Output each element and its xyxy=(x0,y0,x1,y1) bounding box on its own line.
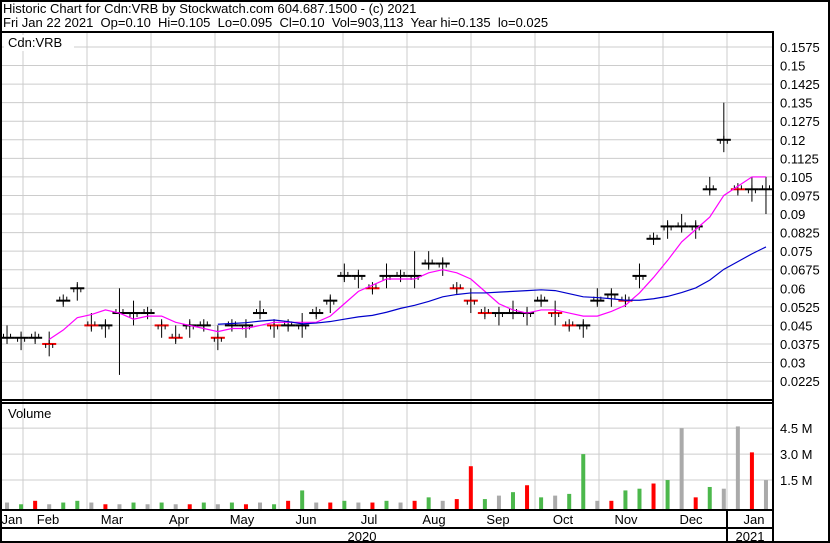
volume-bar xyxy=(707,486,712,509)
volume-bar xyxy=(567,493,572,509)
x-tick-label: Dec xyxy=(679,512,703,527)
volume-bar xyxy=(131,502,136,509)
y-tick-label: 0.0225 xyxy=(780,374,820,389)
x-tick-label: Nov xyxy=(614,512,638,527)
volume-bar xyxy=(763,480,768,509)
volume-bar xyxy=(145,504,150,509)
moving-average-short xyxy=(48,176,766,340)
volume-bar xyxy=(300,490,305,509)
x-tick-label: Jun xyxy=(296,512,317,527)
volume-bar xyxy=(243,504,248,509)
volume-bar xyxy=(749,452,754,509)
volume-bar xyxy=(468,466,473,509)
x-tick-label: Feb xyxy=(37,512,59,527)
volume-bar xyxy=(328,502,333,509)
volume-bar xyxy=(75,500,80,509)
volume-bar xyxy=(595,500,600,509)
y-tick-label: 0.0525 xyxy=(780,300,820,315)
volume-bar xyxy=(454,499,459,509)
y-tick-label: 0.1125 xyxy=(780,151,819,166)
volume-bar xyxy=(496,495,501,509)
volume-bar xyxy=(103,504,108,509)
year-label: 2021 xyxy=(736,529,765,543)
volume-bar xyxy=(539,497,544,509)
volume-panel-frame xyxy=(0,402,774,511)
x-tick-label: Mar xyxy=(101,512,124,527)
y-tick-label: 0.1425 xyxy=(780,77,820,92)
y-tick-label: 0.105 xyxy=(780,170,813,185)
y-tick-label: 0.03 xyxy=(780,356,805,371)
price-panel-frame xyxy=(0,31,774,401)
y-tick-label: 0.0675 xyxy=(780,263,820,278)
volume-bar xyxy=(482,499,487,509)
volume-bar xyxy=(581,454,586,509)
volume-bar xyxy=(525,485,530,509)
volume-bar xyxy=(679,428,684,509)
volume-bar xyxy=(286,500,291,509)
volume-bar xyxy=(314,502,319,509)
volume-bar xyxy=(440,500,445,509)
x-tick-label: Oct xyxy=(553,512,574,527)
y-tick-label: 0.12 xyxy=(780,133,805,148)
volume-bar xyxy=(201,502,206,509)
x-tick-label: Jan xyxy=(744,512,765,527)
x-tick-label: Sep xyxy=(486,512,509,527)
volume-bar xyxy=(651,483,656,509)
x-tick-label: May xyxy=(230,512,255,527)
x-tick-label: Apr xyxy=(169,512,190,527)
volume-bar xyxy=(370,502,375,509)
y-tick-label: 0.045 xyxy=(780,318,813,333)
volume-bar xyxy=(721,488,726,509)
volume-bar xyxy=(159,502,164,509)
volume-bar xyxy=(637,488,642,509)
chart-root: Historic Chart for Cdn:VRB by Stockwatch… xyxy=(0,0,830,543)
volume-tick-label: 4.5 M xyxy=(780,421,813,436)
volume-bar xyxy=(510,492,515,509)
volume-bar xyxy=(89,502,94,509)
y-tick-label: 0.0975 xyxy=(780,188,820,203)
price-panel-label: Cdn:VRB xyxy=(8,35,62,50)
volume-tick-label: 3.0 M xyxy=(780,447,813,462)
volume-bar xyxy=(735,426,740,509)
x-tick-label: Aug xyxy=(422,512,445,527)
year-label: 2020 xyxy=(348,529,377,543)
volume-bar xyxy=(665,480,670,509)
volume-bar xyxy=(623,490,628,509)
volume-bar xyxy=(61,502,66,509)
volume-bar xyxy=(272,504,277,509)
volume-bar xyxy=(384,500,389,509)
volume-bar xyxy=(553,495,558,509)
volume-bar xyxy=(426,497,431,509)
volume-bar xyxy=(187,504,192,509)
y-tick-label: 0.09 xyxy=(780,207,805,222)
volume-bar xyxy=(609,500,614,509)
stock-chart: 0.1575 0.15 0.1425 0.135 0.1275 0.12 0.1125 0.1… xyxy=(0,0,830,543)
volume-tick-label: 1.5 M xyxy=(780,473,813,488)
volume-bar xyxy=(356,502,361,509)
x-tick-label: Jan xyxy=(2,512,23,527)
y-tick-label: 0.15 xyxy=(780,59,805,74)
volume-bar xyxy=(215,504,220,509)
y-tick-label: 0.06 xyxy=(780,281,805,296)
volume-bar xyxy=(117,504,122,509)
volume-bar xyxy=(258,502,263,509)
volume-bar xyxy=(342,500,347,509)
volume-bar xyxy=(5,502,10,509)
y-tick-label: 0.0375 xyxy=(780,337,820,352)
volume-panel-label: Volume xyxy=(8,406,51,421)
x-tick-label: Jul xyxy=(361,512,378,527)
y-tick-label: 0.135 xyxy=(780,96,813,111)
volume-bar xyxy=(412,500,417,509)
y-tick-label: 0.1575 xyxy=(780,40,820,55)
volume-bar xyxy=(173,504,178,509)
y-tick-label: 0.0825 xyxy=(780,226,820,241)
volume-bar xyxy=(229,502,234,509)
volume-bar xyxy=(19,504,24,509)
y-tick-label: 0.075 xyxy=(780,244,813,259)
y-tick-label: 0.1275 xyxy=(780,114,820,129)
volume-bar xyxy=(33,500,38,509)
volume-bar xyxy=(693,497,698,509)
volume-bar xyxy=(398,502,403,509)
volume-bar xyxy=(47,504,52,509)
